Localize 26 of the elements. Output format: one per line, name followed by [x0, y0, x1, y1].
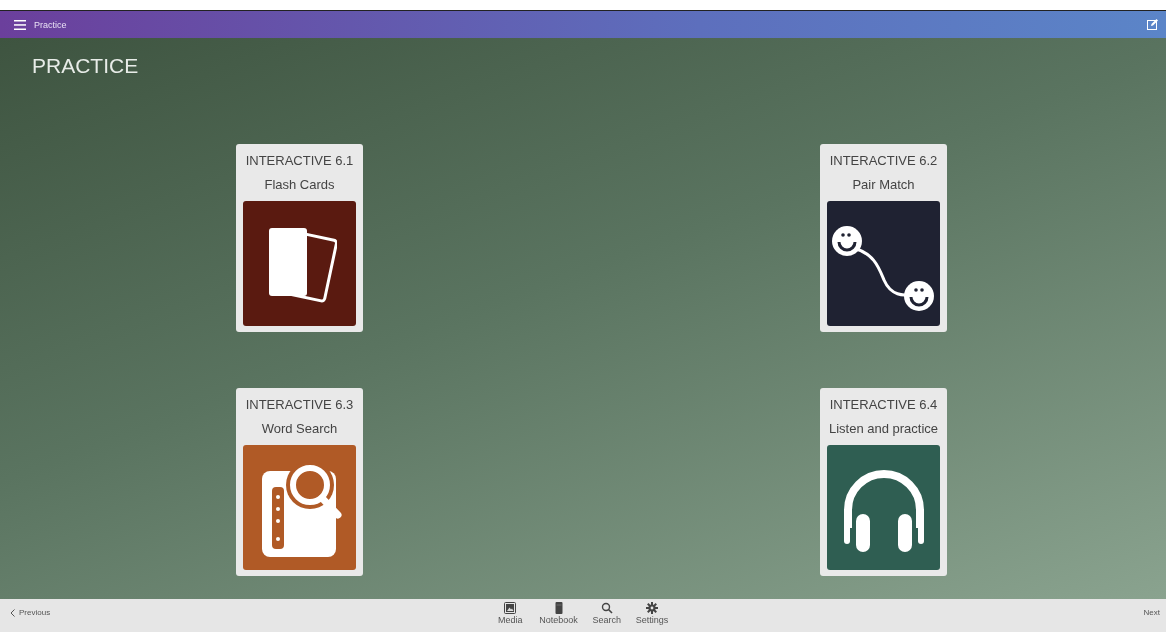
edit-icon[interactable]	[1147, 19, 1158, 30]
next-button[interactable]: Next	[1143, 608, 1160, 617]
activity-number: INTERACTIVE 6.4	[829, 396, 938, 414]
page-title: Practice	[34, 19, 67, 30]
activity-card[interactable]: INTERACTIVE 6.1 Flash Cards	[236, 144, 363, 332]
toolbar-button[interactable]: Settings	[635, 602, 669, 626]
toolbar-button[interactable]: Search	[591, 602, 622, 626]
settings-icon	[646, 602, 659, 614]
activity-title: Pair Match	[852, 176, 915, 194]
toolbar-button[interactable]: Notebook	[539, 602, 578, 626]
activity-card[interactable]: INTERACTIVE 6.4 Listen and practice	[820, 388, 947, 576]
page-heading: PRACTICE	[32, 53, 139, 78]
search-icon	[600, 602, 613, 614]
activity-number: INTERACTIVE 6.1	[245, 152, 354, 170]
activity-title: Listen and practice	[828, 420, 939, 438]
chevron-left-icon	[10, 608, 15, 617]
previous-button[interactable]: Previous	[10, 608, 51, 617]
image-icon	[504, 602, 517, 614]
menu-icon[interactable]	[14, 19, 26, 30]
activity-card[interactable]: INTERACTIVE 6.3 Word Search	[236, 388, 363, 576]
activity-number: INTERACTIVE 6.2	[829, 152, 938, 170]
activity-title: Word Search	[261, 420, 338, 438]
toolbar-button[interactable]: Media	[495, 602, 526, 626]
activity-number: INTERACTIVE 6.3	[245, 396, 354, 414]
activity-card[interactable]: INTERACTIVE 6.2 Pair Match	[820, 144, 947, 332]
activity-title: Flash Cards	[264, 176, 335, 194]
